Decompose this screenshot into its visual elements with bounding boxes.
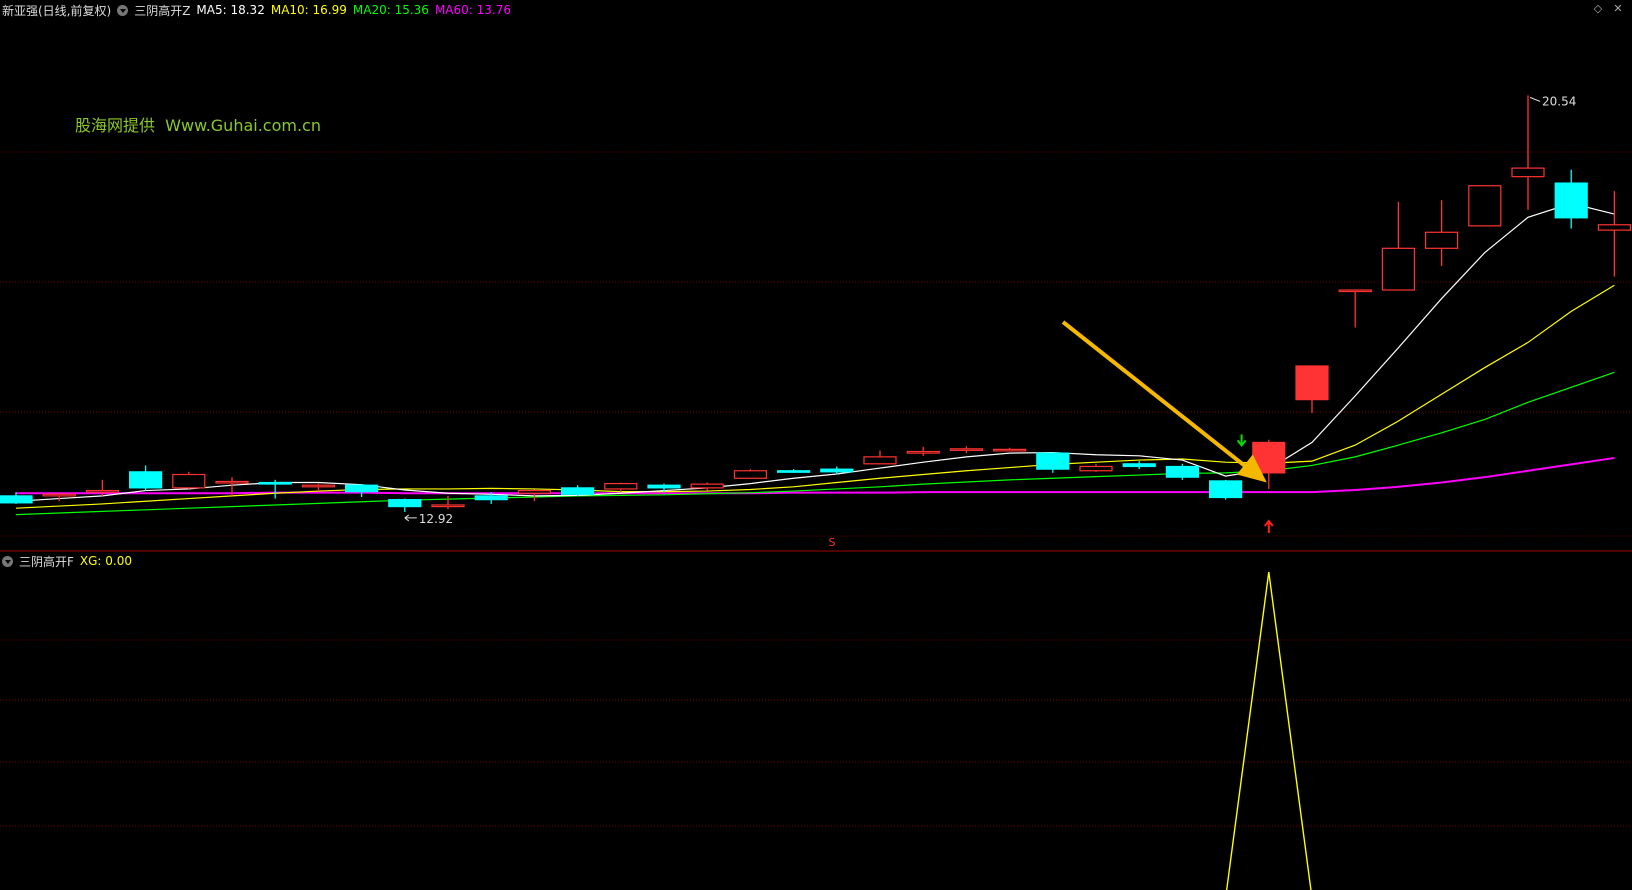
candle — [42, 493, 76, 502]
candle — [992, 447, 1027, 452]
candle-body — [215, 480, 249, 484]
candle — [1338, 289, 1372, 328]
candle-body — [474, 495, 508, 501]
candle — [690, 482, 724, 491]
candle — [1554, 169, 1588, 229]
signal-up-arrow-icon — [1264, 519, 1274, 533]
candle-body — [863, 456, 897, 465]
candle — [733, 469, 768, 479]
candle-body — [820, 468, 854, 473]
candle — [172, 471, 206, 489]
candle-body — [301, 484, 335, 488]
candlestick-series — [0, 95, 1632, 512]
candle — [301, 483, 335, 492]
candle — [388, 498, 422, 512]
buy-hint-arrow-icon — [1236, 434, 1247, 448]
ma5-line — [15, 202, 1615, 502]
candle-body — [85, 489, 120, 493]
candle-body — [604, 482, 638, 490]
candle-body — [992, 448, 1027, 452]
candle-body — [1338, 289, 1372, 293]
candle-body — [258, 481, 292, 485]
candle-body — [42, 493, 76, 497]
low-price-label: 12.92 — [419, 512, 453, 526]
candle — [129, 465, 163, 491]
candle — [560, 485, 595, 496]
candle — [1381, 201, 1416, 291]
candle — [1468, 185, 1502, 227]
candle — [1295, 365, 1329, 414]
candle-body — [1208, 480, 1243, 499]
candle — [1036, 452, 1070, 473]
candle-body — [1554, 182, 1588, 219]
candle-body — [1424, 231, 1459, 249]
candle — [1122, 461, 1156, 470]
ma10-line — [15, 284, 1615, 509]
candle-body — [431, 504, 465, 508]
candle — [1511, 95, 1545, 210]
candle — [820, 466, 854, 475]
candle — [431, 495, 465, 510]
candle-body — [733, 470, 768, 479]
high-pointer — [1529, 96, 1541, 102]
candle — [776, 469, 811, 473]
candle-body — [1295, 365, 1329, 401]
candle-body — [1165, 465, 1200, 478]
high-price-label: 20.54 — [1542, 94, 1576, 108]
candle-body — [1122, 463, 1156, 468]
candle — [1165, 463, 1200, 480]
candle-body — [388, 499, 422, 508]
candle-body — [517, 489, 552, 494]
candle-body — [1036, 452, 1070, 470]
candle-body — [1597, 224, 1632, 231]
moving-average-lines — [15, 202, 1615, 516]
candle-body — [1079, 465, 1113, 472]
xg-indicator-plot — [1225, 571, 1312, 890]
candle-body — [345, 484, 379, 493]
candle — [1208, 479, 1243, 500]
annotation-arrow — [1061, 320, 1253, 473]
candle-body — [776, 470, 811, 473]
xg-line — [1225, 571, 1312, 890]
candle — [1079, 463, 1113, 472]
candle — [863, 450, 897, 465]
candle — [1597, 191, 1632, 277]
candle-body — [906, 450, 940, 454]
candle-body — [129, 471, 163, 489]
candle-body — [0, 495, 33, 504]
candle-body — [690, 483, 724, 489]
candle-body — [949, 448, 984, 451]
sell-signal-marker: S — [829, 536, 836, 549]
candle — [345, 484, 379, 497]
low-pointer — [404, 514, 417, 522]
candle-body — [1511, 167, 1545, 178]
candle — [258, 479, 292, 499]
candle-body — [1468, 185, 1502, 227]
candle — [906, 446, 940, 456]
candle-body — [647, 484, 681, 489]
candle — [1424, 200, 1459, 266]
kline-chart[interactable]: 20.54 12.92 S — [0, 0, 1632, 890]
candle — [949, 446, 984, 454]
candle-body — [172, 473, 206, 489]
candle-body — [560, 487, 595, 495]
candle-body — [1381, 247, 1416, 291]
